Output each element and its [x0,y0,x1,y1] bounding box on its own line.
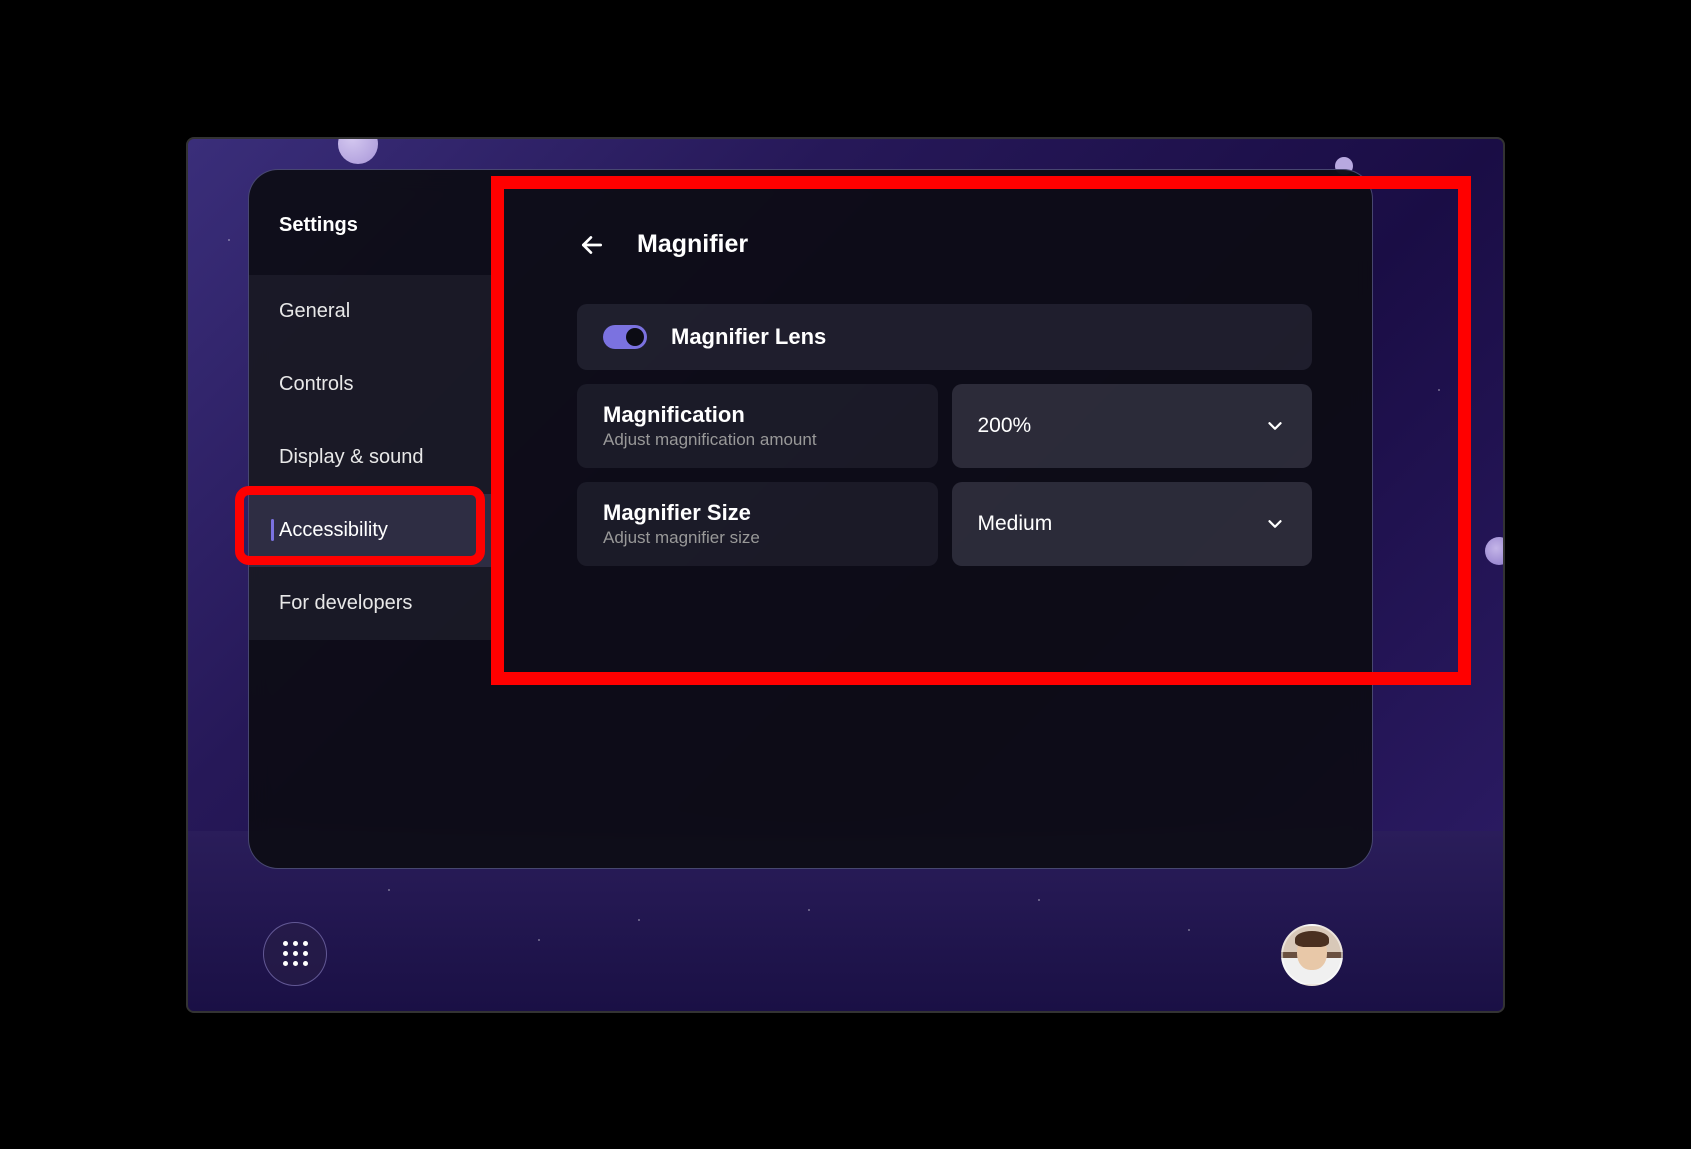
chevron-down-icon [1264,513,1286,535]
sidebar-item-general[interactable]: General [249,275,497,348]
setting-subtitle: Adjust magnifier size [603,528,912,548]
settings-sidebar: Settings General Controls Display & soun… [249,170,497,868]
sidebar-item-label: Controls [279,373,353,395]
sidebar-item-label: Accessibility [279,519,388,541]
setting-title: Magnifier Size [603,500,912,526]
magnification-dropdown[interactable]: 200% [952,384,1313,468]
arrow-left-icon [579,232,605,258]
app-menu-button[interactable] [263,922,327,986]
sidebar-item-controls[interactable]: Controls [249,348,497,421]
sidebar-item-label: For developers [279,592,412,614]
dropdown-value: Medium [978,512,1053,536]
setting-row-magnifier-lens: Magnifier Lens [577,304,1312,370]
setting-row-magnification: Magnification Adjust magnification amoun… [577,384,1312,468]
chevron-down-icon [1264,415,1286,437]
magnifier-lens-toggle[interactable] [603,325,647,349]
sidebar-title: Settings [249,194,497,275]
settings-window: Settings General Controls Display & soun… [248,169,1373,869]
sidebar-item-for-developers[interactable]: For developers [249,567,497,640]
grid-icon [283,941,308,966]
toggle-label: Magnifier Lens [671,324,826,350]
sidebar-item-label: General [279,300,350,322]
magnifier-size-dropdown[interactable]: Medium [952,482,1313,566]
dropdown-value: 200% [978,414,1032,438]
user-avatar[interactable] [1281,924,1343,986]
page-title: Magnifier [637,230,748,259]
sidebar-item-display-sound[interactable]: Display & sound [249,421,497,494]
setting-row-magnifier-size: Magnifier Size Adjust magnifier size Med… [577,482,1312,566]
setting-title: Magnification [603,402,912,428]
setting-subtitle: Adjust magnification amount [603,430,912,450]
setting-label-box: Magnifier Size Adjust magnifier size [577,482,938,566]
setting-label-box: Magnification Adjust magnification amoun… [577,384,938,468]
sidebar-items: General Controls Display & sound Accessi… [249,275,497,640]
main-content: Magnifier Magnifier Lens Magnification A… [497,170,1372,868]
content-header: Magnifier [577,230,1312,260]
vr-environment-viewport: Settings General Controls Display & soun… [186,137,1505,1013]
sidebar-item-accessibility[interactable]: Accessibility [249,494,497,567]
avatar-head [1297,934,1327,970]
back-button[interactable] [577,230,607,260]
sidebar-item-label: Display & sound [279,446,424,468]
